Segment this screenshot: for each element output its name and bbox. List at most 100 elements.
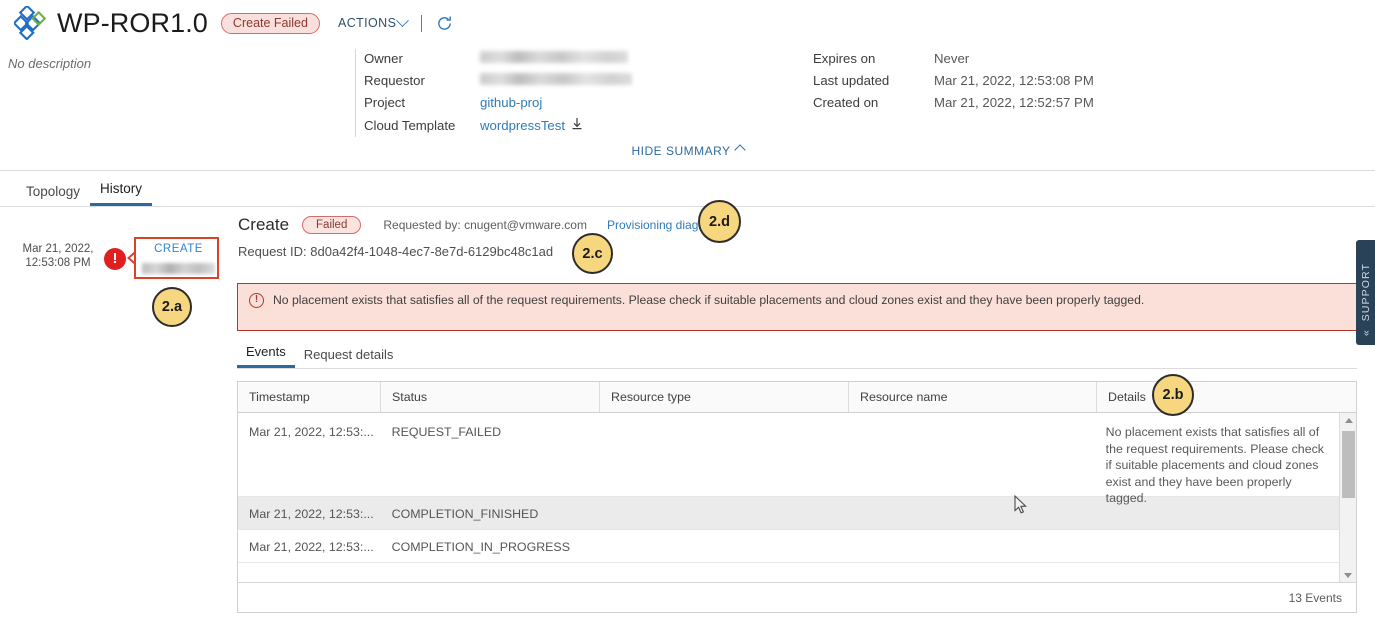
- redacted-requestor-value: [480, 73, 632, 85]
- summary-field-expires-on: Expires on Never: [813, 51, 1094, 73]
- error-banner-message: No placement exists that satisfies all o…: [273, 293, 1145, 307]
- tab-topology[interactable]: Topology: [16, 184, 90, 206]
- callout-2c: 2.c: [572, 233, 613, 274]
- requested-by-text: Requested by: cnugent@vmware.com: [383, 218, 587, 232]
- request-detail-panel: Create Failed Requested by: cnugent@vmwa…: [232, 207, 1375, 622]
- field-label: Last updated: [813, 73, 890, 88]
- tab-history[interactable]: History: [90, 181, 153, 206]
- events-table-scrollbar[interactable]: [1339, 413, 1356, 583]
- app-root: WP-ROR1.0 Create Failed ACTIONS No descr…: [0, 0, 1375, 622]
- cell-resource-type: [599, 413, 847, 496]
- cell-resource-type: [599, 530, 847, 562]
- events-table-body: Mar 21, 2022, 12:53:... REQUEST_FAILED N…: [238, 413, 1339, 583]
- subtab-events[interactable]: Events: [237, 344, 295, 368]
- cell-timestamp: Mar 21, 2022, 12:53:...: [249, 425, 374, 439]
- support-tab-button[interactable]: SUPPORT «: [1356, 240, 1375, 345]
- vmware-aria-diamonds-icon: [14, 6, 47, 40]
- column-header-resource-type[interactable]: Resource type: [600, 382, 849, 412]
- request-id-text: Request ID: 8d0a42f4-1048-4ec7-8e7d-6129…: [238, 244, 554, 259]
- hide-summary-label: HIDE SUMMARY: [631, 144, 731, 158]
- cell-details: [1095, 530, 1339, 562]
- cell-details: No placement exists that satisfies all o…: [1105, 425, 1324, 505]
- column-header-details[interactable]: Details: [1097, 382, 1342, 412]
- field-label: Created on: [813, 95, 879, 110]
- page-header: WP-ROR1.0 Create Failed ACTIONS: [0, 0, 1375, 46]
- column-header-status[interactable]: Status: [381, 382, 600, 412]
- description-text: No description: [8, 56, 92, 71]
- scroll-up-arrow-icon[interactable]: [1340, 413, 1357, 428]
- summary-right-column: Expires on Never Last updated Mar 21, 20…: [813, 51, 1094, 117]
- table-row[interactable]: Mar 21, 2022, 12:53:... COMPLETION_IN_PR…: [238, 530, 1339, 563]
- timeline-create-card[interactable]: CREATE: [134, 237, 219, 279]
- cell-status: COMPLETION_FINISHED: [391, 507, 539, 521]
- summary-field-requestor: Requestor: [364, 73, 632, 95]
- table-row[interactable]: Mar 21, 2022, 12:53:... COMPLETION_FINIS…: [238, 497, 1339, 530]
- summary-field-owner: Owner: [364, 51, 632, 73]
- redacted-owner-value: [480, 51, 628, 63]
- timeline-timestamp: Mar 21, 2022, 12:53:08 PM: [18, 242, 98, 270]
- toolbar-divider: [421, 14, 423, 32]
- events-table: Timestamp Status Resource type Resource …: [237, 381, 1357, 613]
- request-header: Create Failed Requested by: cnugent@vmwa…: [238, 215, 719, 235]
- cell-resource-name: [847, 530, 1094, 562]
- cell-details: [1095, 497, 1339, 529]
- callout-2b: 2.b: [1152, 374, 1194, 416]
- field-label: Project: [364, 95, 406, 110]
- field-label: Requestor: [364, 73, 425, 88]
- cell-timestamp: Mar 21, 2022, 12:53:...: [249, 507, 374, 521]
- download-icon[interactable]: [571, 117, 583, 130]
- subtab-request-details[interactable]: Request details: [295, 347, 403, 368]
- hide-summary-button[interactable]: HIDE SUMMARY: [0, 144, 1375, 158]
- summary-field-last-updated: Last updated Mar 21, 2022, 12:53:08 PM: [813, 73, 1094, 95]
- actions-label: ACTIONS: [337, 16, 397, 30]
- chevron-left-double-icon: «: [1360, 329, 1372, 336]
- callout-2d: 2.d: [698, 200, 741, 243]
- summary-panel: No description Owner Requestor Project g…: [0, 46, 1375, 170]
- summary-left-column: Owner Requestor Project github-proj Clou…: [364, 51, 632, 139]
- field-label: Owner: [364, 51, 403, 66]
- scrollbar-thumb[interactable]: [1342, 431, 1355, 498]
- request-status-badge: Failed: [302, 216, 362, 234]
- error-banner: ! No placement exists that satisfies all…: [237, 283, 1357, 331]
- field-value: Mar 21, 2022, 12:53:08 PM: [934, 73, 1094, 88]
- cloud-template-link[interactable]: wordpressTest: [480, 118, 565, 133]
- refresh-icon[interactable]: [436, 15, 453, 32]
- error-exclamation-icon: !: [104, 248, 126, 270]
- summary-field-created-on: Created on Mar 21, 2022, 12:52:57 PM: [813, 95, 1094, 117]
- timeline-date: Mar 21, 2022,: [22, 243, 94, 255]
- chevron-down-icon: [396, 13, 410, 27]
- field-value: Mar 21, 2022, 12:52:57 PM: [934, 95, 1094, 110]
- summary-field-cloud-template: Cloud Template wordpressTest: [364, 117, 632, 139]
- actions-menu-button[interactable]: ACTIONS: [337, 13, 410, 30]
- cell-status: REQUEST_FAILED: [391, 425, 502, 439]
- cell-timestamp: Mar 21, 2022, 12:53:...: [249, 540, 374, 554]
- event-count-label: 13 Events: [1288, 590, 1342, 605]
- page-title: WP-ROR1.0: [57, 7, 208, 38]
- timeline-card-title: CREATE: [154, 243, 203, 255]
- field-value: Never: [934, 51, 970, 66]
- events-table-footer: 13 Events: [238, 582, 1356, 612]
- column-header-timestamp[interactable]: Timestamp: [238, 382, 381, 412]
- request-title: Create: [238, 215, 290, 234]
- cell-resource-name: [847, 413, 1094, 496]
- timeline-time: 12:53:08 PM: [25, 257, 91, 269]
- callout-2a: 2.a: [152, 287, 192, 327]
- column-header-resource-name[interactable]: Resource name: [849, 382, 1097, 412]
- status-badge: Create Failed: [220, 12, 320, 34]
- mouse-pointer-icon: [1014, 495, 1027, 514]
- cell-resource-type: [599, 497, 847, 529]
- chevron-up-icon: [733, 144, 746, 156]
- main-tabs: Topology History: [0, 176, 1375, 206]
- cell-status: COMPLETION_IN_PROGRESS: [391, 540, 570, 554]
- cell-resource-name: [847, 497, 1094, 529]
- history-timeline: Mar 21, 2022, 12:53:08 PM ! CREATE: [0, 207, 232, 622]
- error-circle-icon: !: [249, 293, 264, 308]
- project-link[interactable]: github-proj: [480, 95, 542, 110]
- field-label: Expires on: [813, 51, 876, 66]
- redacted-deployment-name: [142, 263, 215, 274]
- summary-bottom-rule: [0, 170, 1375, 171]
- request-subtabs: Events Request details: [237, 343, 1357, 369]
- summary-divider: [355, 49, 356, 137]
- table-row[interactable]: Mar 21, 2022, 12:53:... REQUEST_FAILED N…: [238, 413, 1339, 505]
- field-label: Cloud Template: [364, 118, 456, 133]
